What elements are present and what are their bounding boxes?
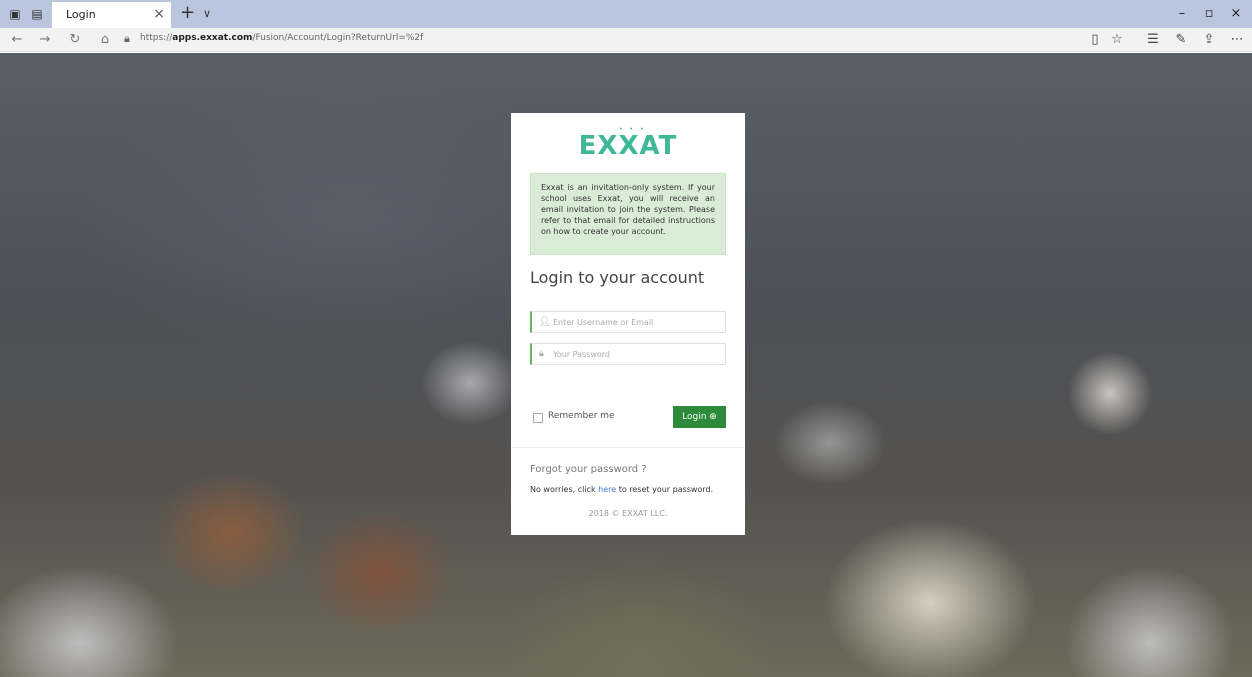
logo-text: EXXAT bbox=[578, 131, 678, 161]
password-input[interactable] bbox=[553, 346, 723, 362]
pen-icon[interactable]: ✎ bbox=[1172, 31, 1190, 49]
browser-tab-bar: ▣ ▤ Login × + ∨ – ▫ × bbox=[0, 0, 1252, 28]
remember-me-label[interactable]: Remember me bbox=[548, 411, 615, 421]
lock-icon: 🔒︎ bbox=[539, 349, 544, 359]
tab-list-chevron-icon[interactable]: ∨ bbox=[203, 4, 211, 24]
url-field[interactable]: https://apps.exxat.com/Fusion/Account/Lo… bbox=[140, 33, 423, 43]
url-prefix: https:// bbox=[140, 33, 173, 43]
refresh-icon[interactable]: ↻ bbox=[66, 31, 84, 49]
tab-close-icon[interactable]: × bbox=[153, 6, 165, 22]
username-input[interactable] bbox=[553, 314, 723, 330]
copyright-text: 2018 © EXXAT LLC. bbox=[588, 509, 668, 518]
tab-title: Login bbox=[66, 8, 96, 21]
window-close-icon[interactable]: × bbox=[1226, 4, 1246, 24]
url-path: /Fusion/Account/Login?ReturnUrl=%2f bbox=[252, 33, 424, 43]
back-arrow-icon[interactable]: ← bbox=[8, 31, 26, 49]
browser-address-bar: ← → ↻ ⌂ 🔒︎ https://apps.exxat.com/Fusion… bbox=[0, 28, 1252, 52]
favorites-list-icon[interactable]: ☰ bbox=[1144, 31, 1162, 49]
reset-text-prefix: No worries, click bbox=[530, 485, 599, 494]
reset-text-suffix: to reset your password. bbox=[616, 485, 714, 494]
card-divider bbox=[511, 447, 745, 448]
lock-icon: 🔒︎ bbox=[124, 32, 130, 45]
forward-arrow-icon[interactable]: → bbox=[36, 31, 54, 49]
favorite-star-icon[interactable]: ☆ bbox=[1108, 31, 1126, 49]
username-field[interactable]: 👤︎ bbox=[530, 311, 726, 333]
exxat-logo: · · · EXXAT bbox=[511, 125, 745, 161]
browser-tab-login[interactable]: Login × bbox=[52, 2, 171, 28]
forgot-password-heading: Forgot your password ? bbox=[530, 464, 647, 475]
window-minimize-icon[interactable]: – bbox=[1172, 4, 1192, 24]
login-button[interactable]: Login ⊕ bbox=[673, 406, 726, 428]
password-field[interactable]: 🔒︎ bbox=[530, 343, 726, 365]
url-host: apps.exxat.com bbox=[172, 33, 253, 43]
login-heading: Login to your account bbox=[530, 268, 705, 287]
reset-password-text: No worries, click here to reset your pas… bbox=[530, 485, 713, 494]
login-card: · · · EXXAT Exxat is an invitation-only … bbox=[511, 113, 745, 535]
remember-me-checkbox[interactable] bbox=[533, 413, 543, 423]
share-icon[interactable]: ⇪ bbox=[1200, 31, 1218, 49]
reading-view-icon[interactable]: ▯ bbox=[1086, 31, 1104, 49]
new-tab-icon[interactable]: + bbox=[180, 3, 195, 23]
reset-password-link[interactable]: here bbox=[598, 485, 616, 494]
home-icon[interactable]: ⌂ bbox=[96, 31, 114, 49]
invitation-notice: Exxat is an invitation-only system. If y… bbox=[530, 173, 726, 255]
more-options-icon[interactable]: ⋯ bbox=[1228, 31, 1246, 49]
tab-actions-icon[interactable]: ▣ bbox=[8, 7, 22, 21]
logo-sparkle-icon: · · · bbox=[619, 125, 646, 135]
tab-preview-icon[interactable]: ▤ bbox=[30, 7, 44, 21]
window-restore-icon[interactable]: ▫ bbox=[1199, 4, 1219, 24]
user-icon: 👤︎ bbox=[539, 317, 551, 327]
